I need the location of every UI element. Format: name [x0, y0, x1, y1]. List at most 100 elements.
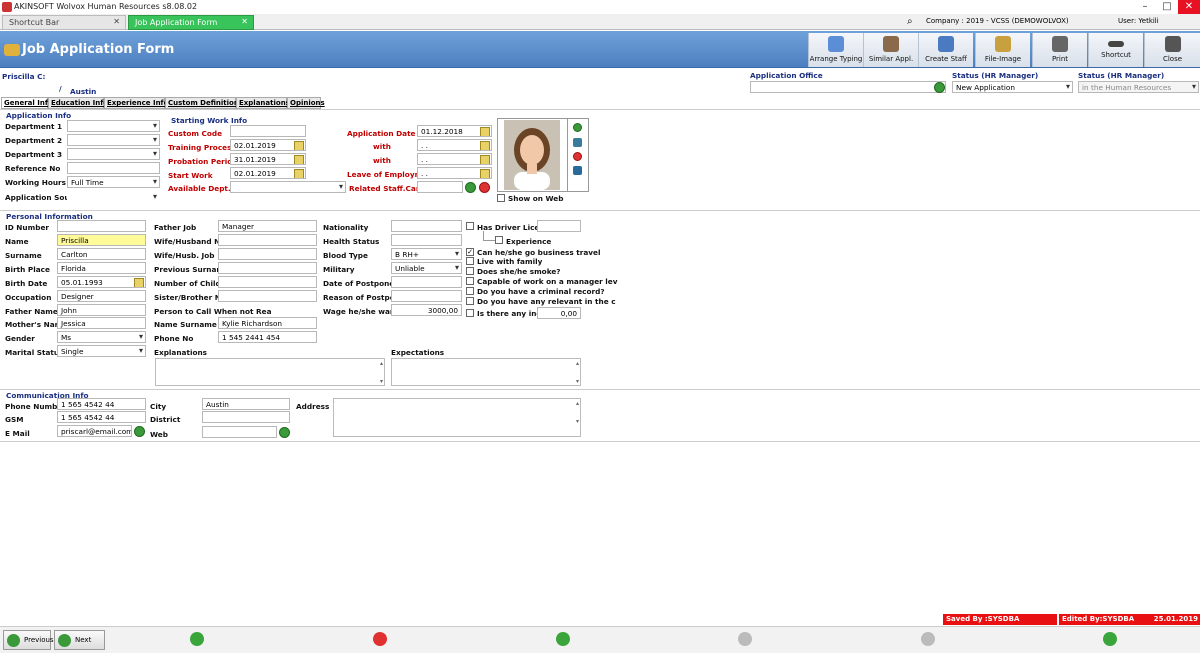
- previous-button[interactable]: Previous: [3, 630, 54, 650]
- name-field[interactable]: Priscilla: [57, 234, 146, 246]
- show-on-web-checkbox[interactable]: [497, 194, 505, 202]
- email-field[interactable]: priscarl@email.com: [57, 425, 132, 437]
- postpone-date-field[interactable]: [391, 276, 462, 288]
- tab-close-icon[interactable]: ✕: [241, 17, 248, 26]
- blood-type-select[interactable]: B RH+: [391, 248, 462, 260]
- leave-date-field[interactable]: . .: [417, 167, 492, 179]
- tab-opinions[interactable]: Opinions: [287, 97, 325, 109]
- start-work-date-field[interactable]: 02.01.2019: [230, 167, 306, 179]
- previous-surname-field[interactable]: [218, 262, 317, 274]
- income-checkbox[interactable]: [466, 309, 474, 317]
- contact-name-field[interactable]: Kylie Richardson: [218, 317, 317, 329]
- tab-custom-definitions[interactable]: Custom Definitions: [165, 97, 243, 109]
- expectations-memo[interactable]: [391, 358, 581, 386]
- office-lookup-icon[interactable]: [934, 82, 945, 93]
- close-form-button[interactable]: Close: [1144, 33, 1200, 67]
- contact-phone-field[interactable]: 1 545 2441 454: [218, 331, 317, 343]
- birth-place-field[interactable]: Florida: [57, 262, 146, 274]
- tab-education-info[interactable]: Education Info: [48, 97, 108, 109]
- scan-photo-icon[interactable]: [573, 138, 582, 147]
- minimize-button[interactable]: –: [1134, 0, 1156, 14]
- driver-license-checkbox[interactable]: [466, 222, 474, 230]
- available-dept-select[interactable]: [230, 181, 346, 193]
- tab-general-info[interactable]: General Info: [1, 97, 53, 109]
- experience-checkbox[interactable]: [495, 236, 503, 244]
- tab-close-icon[interactable]: ✕: [113, 17, 120, 26]
- mother-name-field[interactable]: Jessica: [57, 317, 146, 329]
- add-photo-icon[interactable]: [573, 123, 582, 132]
- status-hr-select-2[interactable]: in the Human Resources: [1078, 81, 1199, 93]
- training-date-field[interactable]: 02.01.2019: [230, 139, 306, 151]
- wife-name-field[interactable]: [218, 234, 317, 246]
- search-icon[interactable]: ⌕: [907, 16, 913, 27]
- with-date-field-2[interactable]: . .: [417, 153, 492, 165]
- city-field[interactable]: Austin: [202, 398, 290, 410]
- driver-license-field[interactable]: [537, 220, 581, 232]
- next-button[interactable]: Next: [54, 630, 105, 650]
- father-name-field[interactable]: John: [57, 304, 146, 316]
- related-staff-lookup-icon[interactable]: [465, 182, 476, 193]
- window-close-button[interactable]: ✕: [1178, 0, 1200, 14]
- postpone-reason-field[interactable]: [391, 290, 462, 302]
- open-web-icon[interactable]: [279, 427, 290, 438]
- working-hours-select[interactable]: Full Time: [67, 176, 160, 188]
- tab-shortcut-bar[interactable]: Shortcut Bar ✕: [2, 15, 126, 30]
- refresh-icon[interactable]: [1103, 632, 1117, 646]
- department1-select[interactable]: [67, 120, 160, 132]
- arrange-typing-button[interactable]: Arrange Typing: [808, 33, 863, 67]
- maximize-button[interactable]: □: [1156, 0, 1178, 14]
- application-source-select[interactable]: [67, 191, 160, 203]
- with-date-field-1[interactable]: . .: [417, 139, 492, 151]
- live-with-family-checkbox[interactable]: [466, 257, 474, 265]
- id-number-field[interactable]: [57, 220, 146, 232]
- district-field[interactable]: [202, 411, 290, 423]
- father-job-field[interactable]: Manager: [218, 220, 317, 232]
- add-record-icon[interactable]: [190, 632, 204, 646]
- nationality-field[interactable]: [391, 220, 462, 232]
- relevant-checkbox[interactable]: [466, 297, 474, 305]
- file-image-button[interactable]: File-Image: [975, 33, 1030, 67]
- cancel-record-icon[interactable]: [921, 632, 935, 646]
- create-staff-button[interactable]: Create Staff: [918, 33, 973, 67]
- probation-date-field[interactable]: 31.01.2019: [230, 153, 306, 165]
- gender-select[interactable]: Ms: [57, 331, 146, 343]
- wage-field[interactable]: 3000,00: [391, 304, 462, 316]
- gsm-field[interactable]: 1 565 4542 44: [57, 411, 146, 423]
- income-field[interactable]: 0,00: [537, 307, 581, 319]
- health-status-field[interactable]: [391, 234, 462, 246]
- department2-select[interactable]: [67, 134, 160, 146]
- phone-number-field[interactable]: 1 565 4542 44: [57, 398, 146, 410]
- marital-status-select[interactable]: Single: [57, 345, 146, 357]
- save-record-icon[interactable]: [738, 632, 752, 646]
- related-staff-clear-icon[interactable]: [479, 182, 490, 193]
- related-staff-field[interactable]: [417, 181, 463, 193]
- tab-job-application-form[interactable]: Job Application Form ✕: [128, 15, 254, 30]
- similar-applications-button[interactable]: Similar Appl.: [863, 33, 918, 67]
- send-email-icon[interactable]: [134, 426, 145, 437]
- surname-field[interactable]: Carlton: [57, 248, 146, 260]
- application-date-field[interactable]: 01.12.2018: [417, 125, 492, 137]
- print-button[interactable]: Print: [1032, 33, 1087, 67]
- edit-record-icon[interactable]: [556, 632, 570, 646]
- camera-icon[interactable]: [573, 166, 582, 175]
- tab-explanations[interactable]: Explanations: [236, 97, 290, 109]
- wife-job-field[interactable]: [218, 248, 317, 260]
- manager-level-checkbox[interactable]: [466, 277, 474, 285]
- children-field[interactable]: [218, 276, 317, 288]
- business-travel-checkbox[interactable]: ✓: [466, 248, 474, 256]
- military-select[interactable]: Unliable: [391, 262, 462, 274]
- sister-brother-field[interactable]: [218, 290, 317, 302]
- custom-code-field[interactable]: [230, 125, 306, 137]
- reference-field[interactable]: [67, 162, 160, 174]
- explanations-memo[interactable]: [155, 358, 385, 386]
- status-hr-select-1[interactable]: New Application: [952, 81, 1073, 93]
- delete-photo-icon[interactable]: [573, 152, 582, 161]
- department3-select[interactable]: [67, 148, 160, 160]
- birth-date-field[interactable]: 05.01.1993: [57, 276, 146, 288]
- occupation-field[interactable]: Designer: [57, 290, 146, 302]
- criminal-record-checkbox[interactable]: [466, 287, 474, 295]
- address-memo[interactable]: [333, 398, 581, 437]
- shortcut-button[interactable]: Shortcut: [1088, 33, 1143, 67]
- web-field[interactable]: [202, 426, 277, 438]
- delete-record-icon[interactable]: [373, 632, 387, 646]
